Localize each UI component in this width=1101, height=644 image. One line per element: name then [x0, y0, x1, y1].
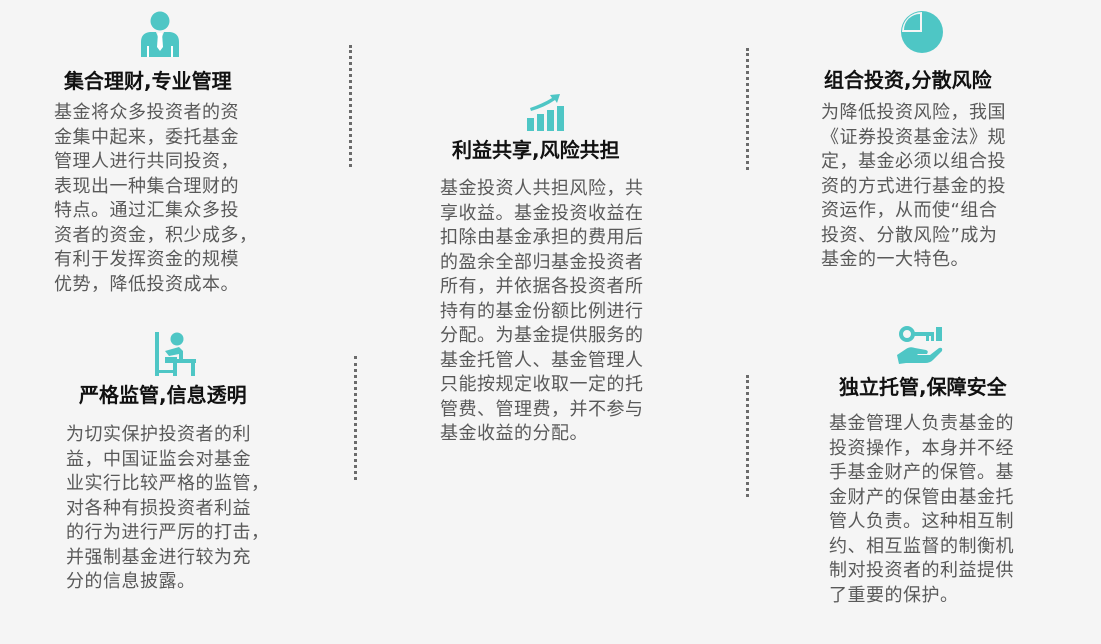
- infographic-canvas: 集合理财,专业管理 基金将众多投资者的资 金集中起来，委托基金 管理人进行共同投…: [0, 0, 1101, 644]
- body-line: 并强制基金进行较为充: [66, 546, 251, 568]
- body-line: 管人负责。这种相互制: [829, 511, 1014, 532]
- body-line: 分的信息披露。: [66, 571, 196, 592]
- section-body: 为降低投资风险，我国 《证券投资基金法》规 定，基金必须以组合投 资的方式进行基…: [821, 101, 1006, 273]
- section-body: 基金管理人负责基金的 投资操作，本身并不经 手基金财产的保管。基 金财产的保管由…: [829, 412, 1014, 608]
- body-line: 扣除由基金承担的费用后: [440, 227, 644, 248]
- section-body: 为切实保护投资者的利 益，中国证监会对基金 业实行比较严格的监管， 对各种有损投…: [66, 423, 270, 595]
- body-line: 资的方式进行基金的投: [821, 175, 1006, 197]
- divider-left-bottom: [354, 356, 357, 480]
- body-line: 对各种有损投资者利益: [66, 497, 251, 519]
- divider-right-top: [746, 48, 749, 170]
- body-line: 资者的资金，积少成多，: [54, 224, 258, 246]
- body-line: 管理人进行共同投资，: [54, 151, 239, 172]
- body-line: 的行为进行严厉的打击，: [66, 522, 270, 543]
- body-line: 制对投资者的利益提供: [829, 560, 1014, 581]
- section-title: 独立托管,保障安全: [839, 375, 1007, 399]
- section-body: 基金投资人共担风险，共 享收益。基金投资收益在 扣除由基金承担的费用后 的盈余全…: [440, 177, 644, 447]
- businessman-icon: [141, 11, 179, 57]
- pie-chart-icon: [901, 11, 943, 53]
- body-line: 的盈余全部归基金投资者: [440, 251, 644, 273]
- body-line: 手基金财产的保管。基: [829, 462, 1014, 483]
- body-line: 有利于发挥资金的规模: [54, 249, 239, 270]
- body-line: 《证券投资基金法》规: [821, 126, 1006, 148]
- body-line: 基金的一大特色。: [821, 249, 969, 270]
- body-line: 为切实保护投资者的利: [66, 424, 251, 445]
- body-line: 表现出一种集合理财的: [54, 175, 239, 197]
- body-line: 基金收益的分配。: [440, 423, 588, 444]
- body-line: 持有的基金份额比例进行: [440, 300, 644, 322]
- body-line: 分配。为基金提供服务的: [440, 325, 644, 346]
- section-title: 严格监管,信息透明: [79, 383, 247, 407]
- desk-worker-icon: [155, 332, 196, 376]
- section-title: 集合理财,专业管理: [64, 69, 232, 93]
- body-line: 基金托管人、基金管理人: [440, 349, 644, 371]
- body-line: 金财产的保管由基金托: [829, 486, 1014, 508]
- body-line: 为降低投资风险，我国: [821, 102, 1006, 123]
- divider-left-top: [349, 45, 352, 167]
- body-line: 益，中国证监会对基金: [66, 448, 251, 470]
- section-title: 利益共享,风险共担: [452, 138, 620, 162]
- body-line: 基金将众多投资者的资: [54, 102, 239, 123]
- body-line: 定，基金必须以组合投: [821, 151, 1006, 172]
- body-line: 享收益。基金投资收益在: [440, 202, 644, 224]
- body-line: 约、相互监督的制衡机: [829, 535, 1014, 557]
- section-body: 基金将众多投资者的资 金集中起来，委托基金 管理人进行共同投资， 表现出一种集合…: [54, 101, 258, 297]
- body-line: 投资、分散风险”成为: [821, 224, 998, 246]
- body-line: 基金投资人共担风险，共: [440, 178, 644, 199]
- growth-chart-icon: [527, 94, 564, 131]
- hand-key-icon: [897, 326, 943, 364]
- body-line: 管费、管理费，并不参与: [440, 398, 644, 420]
- body-line: 只能按规定收取一定的托: [440, 374, 644, 395]
- body-line: 资运作，从而使“组合: [821, 200, 998, 221]
- divider-right-bottom: [746, 375, 749, 497]
- body-line: 投资操作，本身并不经: [829, 437, 1014, 459]
- body-line: 业实行比较严格的监管，: [66, 473, 270, 494]
- body-line: 了重要的保护。: [829, 584, 959, 606]
- body-line: 金集中起来，委托基金: [54, 126, 239, 148]
- body-line: 基金管理人负责基金的: [829, 413, 1014, 434]
- body-line: 优势，降低投资成本。: [54, 273, 239, 295]
- body-line: 所有，并依据各投资者所: [440, 276, 644, 297]
- section-title: 组合投资,分散风险: [824, 68, 992, 92]
- body-line: 特点。通过汇集众多投: [54, 200, 239, 221]
